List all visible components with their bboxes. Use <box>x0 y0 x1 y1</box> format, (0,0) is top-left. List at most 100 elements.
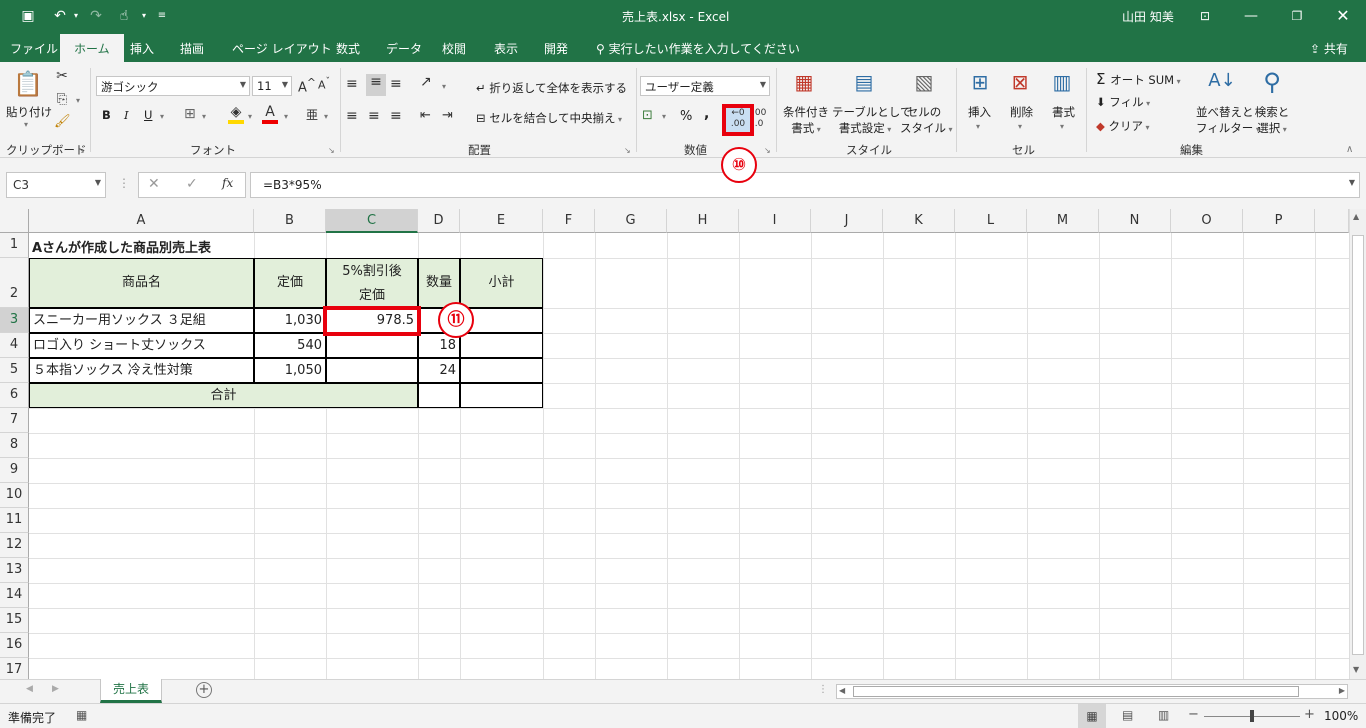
increase-indent-icon[interactable]: ⇥ <box>442 108 453 123</box>
italic-button[interactable]: I <box>124 108 129 122</box>
page-layout-view-icon[interactable]: ▤ <box>1122 708 1133 722</box>
ribbon-display-icon[interactable]: ⊡ <box>1182 0 1228 32</box>
row-header-11[interactable]: 11 <box>0 508 29 533</box>
name-box[interactable]: C3 ▼ <box>6 172 106 198</box>
column-header-g[interactable]: G <box>595 209 667 233</box>
undo-dropdown-icon[interactable]: ▾ <box>66 6 86 26</box>
column-header-i[interactable]: I <box>739 209 811 233</box>
customize-toolbar-icon[interactable]: ≡ <box>152 6 172 26</box>
fill-button[interactable]: ⬇ フィル ▾ <box>1096 94 1150 110</box>
collapse-ribbon-icon[interactable]: ∧ <box>1346 144 1353 155</box>
conditional-formatting-button[interactable]: 条件付き 書式 ▾ <box>782 104 830 136</box>
align-center-icon[interactable]: ≡ <box>368 108 380 124</box>
redo-icon[interactable]: ↷ <box>86 6 106 26</box>
merge-center-button[interactable]: ⊟ セルを結合して中央揃え ▾ <box>476 110 622 126</box>
cell-b3[interactable]: 1,030 <box>254 308 326 333</box>
cell-styles-icon[interactable]: ▧ <box>910 70 938 100</box>
font-launcher-icon[interactable]: ↘ <box>328 146 335 155</box>
accounting-dropdown-icon[interactable]: ▾ <box>662 112 666 121</box>
column-header-l[interactable]: L <box>955 209 1027 233</box>
worksheet-grid[interactable]: A B C D E F G H I J K L M N O P 1 2 3 4 … <box>0 209 1366 679</box>
select-all-corner[interactable] <box>0 209 29 233</box>
restore-icon[interactable]: ❐ <box>1274 0 1320 32</box>
cell-styles-button[interactable]: セルの スタイル ▾ <box>900 104 953 136</box>
tab-view[interactable]: 表示 <box>494 40 518 57</box>
row-header-8[interactable]: 8 <box>0 433 29 458</box>
vertical-scrollbar[interactable]: ▲ ▼ <box>1349 209 1366 679</box>
user-name[interactable]: 山田 知美 <box>1122 8 1174 25</box>
save-icon[interactable]: ▣ <box>18 6 38 26</box>
touch-mode-icon[interactable]: ☝ <box>114 6 134 26</box>
column-header-o[interactable]: O <box>1171 209 1243 233</box>
next-sheet-icon[interactable]: ▶ <box>52 684 59 694</box>
cell-c5[interactable] <box>326 358 418 383</box>
row-header-9[interactable]: 9 <box>0 458 29 483</box>
cell-e4[interactable] <box>460 333 543 358</box>
copy-icon[interactable]: ⎘ <box>54 92 70 107</box>
share-button[interactable]: ⇪ 共有 <box>1310 40 1348 57</box>
borders-icon[interactable]: ⊞ <box>184 106 196 122</box>
cell-d5[interactable]: 24 <box>418 358 460 383</box>
row-header-15[interactable]: 15 <box>0 608 29 633</box>
header-product-name[interactable]: 商品名 <box>29 258 254 308</box>
underline-button[interactable]: U <box>144 108 152 122</box>
row-header-3[interactable]: 3 <box>0 308 29 333</box>
header-price[interactable]: 定価 <box>254 258 326 308</box>
page-break-view-icon[interactable]: ▥ <box>1158 708 1169 722</box>
touch-dropdown-icon[interactable]: ▾ <box>134 6 154 26</box>
cell-b4[interactable]: 540 <box>254 333 326 358</box>
row-header-14[interactable]: 14 <box>0 583 29 608</box>
align-right-icon[interactable]: ≡ <box>390 108 402 124</box>
alignment-launcher-icon[interactable]: ↘ <box>624 146 631 155</box>
fill-color-icon[interactable]: ◈ <box>228 104 244 124</box>
cell-d6[interactable] <box>418 383 460 408</box>
tab-review[interactable]: 校閲 <box>442 40 466 57</box>
cell-c4[interactable] <box>326 333 418 358</box>
zoom-slider-thumb[interactable] <box>1250 710 1254 722</box>
find-select-button[interactable]: 検索と 選択 ▾ <box>1254 104 1290 136</box>
insert-cells-button[interactable]: 挿入 <box>968 104 991 120</box>
find-select-icon[interactable]: ⚲ <box>1256 68 1288 100</box>
cell-total-label[interactable]: 合計 <box>29 383 418 408</box>
column-header-d[interactable]: D <box>418 209 460 233</box>
format-cells-button[interactable]: 書式 <box>1052 104 1075 120</box>
split-handle-icon[interactable]: ⋮ <box>818 684 828 695</box>
insert-dropdown-icon[interactable]: ▾ <box>976 122 980 131</box>
shrink-font-icon[interactable]: Aˇ <box>318 76 330 92</box>
grow-font-icon[interactable]: A^ <box>298 76 316 95</box>
tab-home[interactable]: ホーム <box>60 34 124 62</box>
column-header-a[interactable]: A <box>29 209 254 233</box>
paste-icon[interactable]: 📋 <box>12 70 44 98</box>
row-header-10[interactable]: 10 <box>0 483 29 508</box>
insert-cells-icon[interactable]: ⊞ <box>966 70 994 100</box>
scroll-up-icon[interactable]: ▲ <box>1353 212 1359 221</box>
align-bottom-icon[interactable]: ≡ <box>390 76 402 92</box>
orientation-dropdown-icon[interactable]: ▾ <box>442 82 446 91</box>
tab-data[interactable]: データ <box>386 40 422 57</box>
conditional-formatting-icon[interactable]: ▦ <box>790 70 818 100</box>
minimize-icon[interactable]: — <box>1228 0 1274 32</box>
phonetic-icon[interactable]: 亜 <box>306 106 318 123</box>
format-as-table-icon[interactable]: ▤ <box>850 70 878 100</box>
number-launcher-icon[interactable]: ↘ <box>764 146 771 155</box>
insert-function-icon[interactable]: fx <box>222 176 233 190</box>
row-header-7[interactable]: 7 <box>0 408 29 433</box>
align-top-icon[interactable]: ≡ <box>346 76 358 92</box>
zoom-out-icon[interactable]: − <box>1188 707 1199 722</box>
column-header-h[interactable]: H <box>667 209 739 233</box>
cancel-icon[interactable]: ✕ <box>148 176 160 192</box>
zoom-in-icon[interactable]: + <box>1304 707 1315 722</box>
enter-icon[interactable]: ✓ <box>186 176 198 192</box>
row-header-1[interactable]: 1 <box>0 233 29 258</box>
row-header-13[interactable]: 13 <box>0 558 29 583</box>
font-size-combo[interactable]: 11 ▼ <box>252 76 292 96</box>
new-sheet-icon[interactable]: + <box>196 682 212 698</box>
scroll-thumb[interactable] <box>853 686 1299 697</box>
decrease-decimal-icon[interactable]: .00.0 <box>752 108 766 130</box>
bold-button[interactable]: B <box>102 108 111 122</box>
delete-dropdown-icon[interactable]: ▾ <box>1018 122 1022 131</box>
sort-filter-icon[interactable]: A↓ <box>1206 70 1238 100</box>
column-header-q[interactable] <box>1315 209 1349 233</box>
tab-file[interactable]: ファイル <box>10 40 58 57</box>
header-quantity[interactable]: 数量 <box>418 258 460 308</box>
